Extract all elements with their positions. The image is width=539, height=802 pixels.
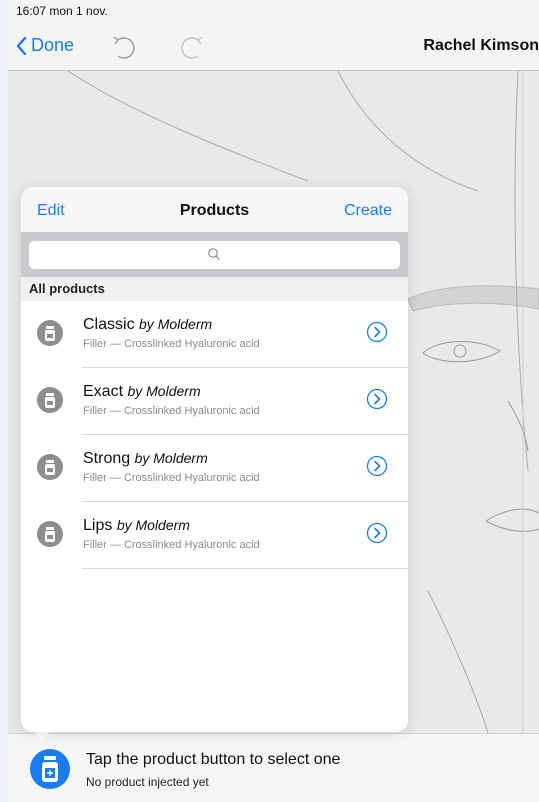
products-popover: Edit Products Create All products Classi… [21,187,408,732]
create-button[interactable]: Create [344,202,392,220]
bottom-bar: Tap the product button to select one No … [8,733,539,802]
product-icon [37,454,63,480]
hint-subtext: No product injected yet [86,775,209,789]
chevron-left-icon [16,36,27,55]
left-frame [0,0,8,802]
product-vial-icon [42,756,58,782]
product-description: Filler — Crosslinked Hyaluronic acid [83,405,260,417]
product-description: Filler — Crosslinked Hyaluronic acid [83,338,260,350]
divider [82,568,408,569]
list-item[interactable]: Classic by Molderm Filler — Crosslinked … [21,301,408,368]
search-field-container[interactable] [29,241,400,269]
search-icon [208,248,220,260]
done-button[interactable]: Done [16,35,74,56]
chevron-right-circle-icon[interactable] [366,455,388,477]
chevron-right-circle-icon[interactable] [366,321,388,343]
list-item[interactable]: Exact by Molderm Filler — Crosslinked Hy… [21,368,408,435]
product-name: Classic by Molderm [83,316,213,333]
product-icon [37,387,63,413]
status-bar: 16:07 mon 1 nov. [8,0,539,22]
product-icon [37,521,63,547]
search-bar [21,233,408,277]
product-list: Classic by Molderm Filler — Crosslinked … [21,301,408,569]
patient-name: Rachel Kimson [423,37,539,54]
product-description: Filler — Crosslinked Hyaluronic acid [83,539,260,551]
product-name: Lips by Molderm [83,517,190,534]
section-header: All products [21,277,408,301]
popover-header: Edit Products Create [21,187,408,233]
product-icon [37,320,63,346]
nav-bar: Done Rachel Kimson [8,22,539,71]
product-description: Filler — Crosslinked Hyaluronic acid [83,472,260,484]
list-item[interactable]: Lips by Molderm Filler — Crosslinked Hya… [21,502,408,569]
chevron-right-circle-icon[interactable] [366,388,388,410]
redo-icon[interactable] [174,34,214,60]
product-name: Strong by Molderm [83,450,208,467]
done-label: Done [31,35,75,55]
chevron-right-circle-icon[interactable] [366,522,388,544]
status-time: 16:07 mon 1 nov. [16,4,108,18]
list-item[interactable]: Strong by Molderm Filler — Crosslinked H… [21,435,408,502]
product-button[interactable] [30,749,70,789]
product-name: Exact by Molderm [83,383,201,400]
undo-icon[interactable] [106,34,146,60]
hint-text: Tap the product button to select one [86,751,341,768]
